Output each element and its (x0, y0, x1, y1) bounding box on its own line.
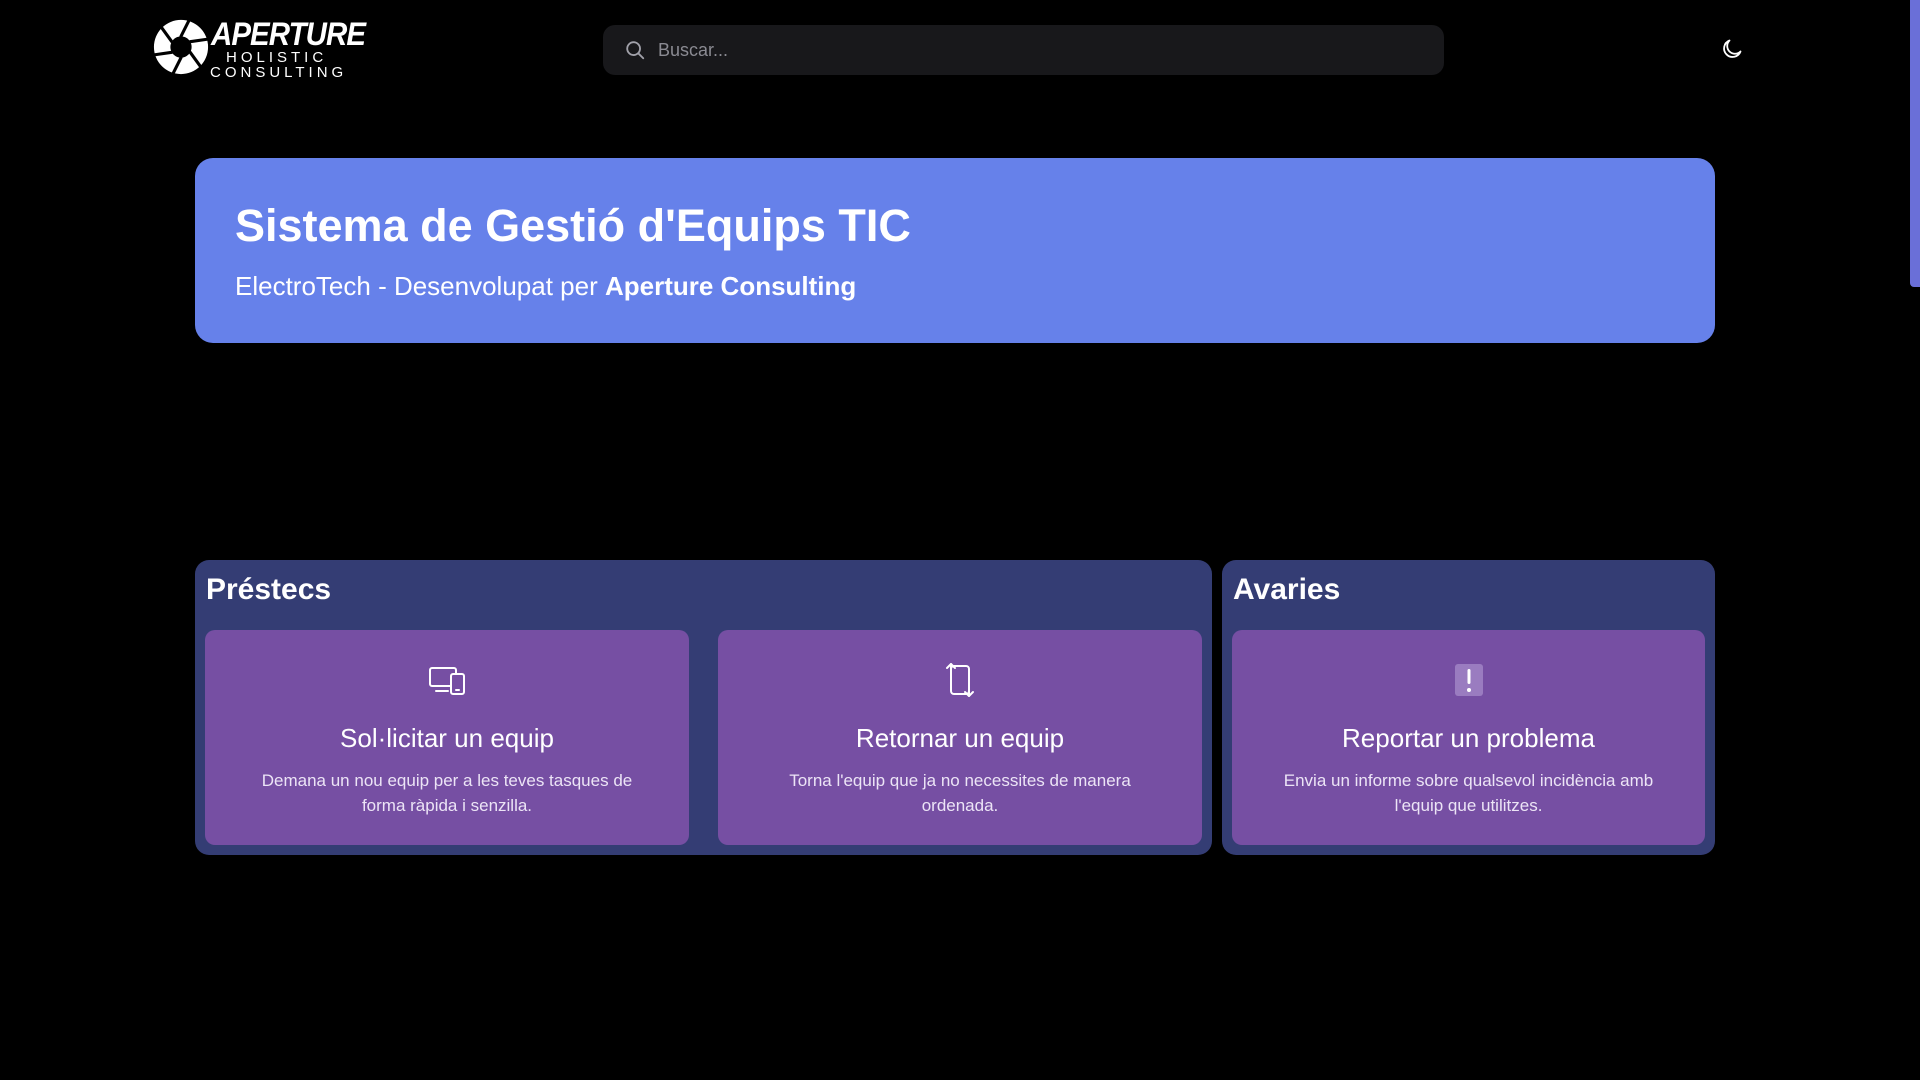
page-title: Sistema de Gestió d'Equips TIC (235, 200, 911, 251)
logo-tagline-2: CONSULTING (210, 64, 348, 81)
card-report-problem[interactable]: Reportar un problema Envia un informe so… (1232, 630, 1705, 845)
devices-icon (427, 660, 467, 700)
search-bar[interactable] (603, 25, 1444, 75)
subtitle-company: Aperture Consulting (604, 271, 857, 301)
search-icon (624, 39, 646, 61)
card-title: Sol·licitar un equip (340, 723, 554, 753)
section-prestecs: Préstecs Sol·licitar un equip Demana un … (195, 560, 1212, 855)
return-device-icon (940, 660, 980, 700)
card-request-equipment[interactable]: Sol·licitar un equip Demana un nou equip… (205, 630, 689, 845)
search-input[interactable] (656, 30, 1416, 70)
subtitle-prefix: ElectroTech - Desenvolupat per (235, 271, 605, 301)
section-title-avaries: Avaries (1233, 573, 1341, 606)
page-scrollbar[interactable] (1910, 0, 1920, 1080)
page-subtitle: ElectroTech - Desenvolupat per Aperture … (235, 270, 856, 302)
section-avaries: Avaries Reportar un problema Envia un in… (1222, 560, 1715, 855)
aperture-logo-icon (153, 19, 209, 75)
aperture-logo[interactable]: APERTURE HOLISTIC CONSULTING (152, 14, 366, 84)
card-title: Retornar un equip (855, 723, 1065, 753)
top-header: APERTURE HOLISTIC CONSULTING (0, 0, 1910, 100)
card-description: Torna l'equip que ja no necessites de ma… (789, 771, 1131, 815)
logo-wordmark: APERTURE (211, 16, 366, 52)
card-return-equipment[interactable]: Retornar un equip Torna l'equip que ja n… (718, 630, 1202, 845)
card-description: Envia un informe sobre qualsevol incidèn… (1283, 771, 1654, 815)
card-description: Demana un nou equip per a les teves tasq… (261, 771, 633, 815)
theme-toggle-button[interactable] (1718, 37, 1746, 65)
section-title-prestecs: Préstecs (206, 573, 332, 606)
moon-icon (1720, 37, 1744, 66)
alert-icon (1449, 660, 1489, 700)
scrollbar-thumb[interactable] (1910, 0, 1920, 287)
hero-banner: Sistema de Gestió d'Equips TIC ElectroTe… (195, 158, 1715, 343)
card-title: Reportar un problema (1342, 723, 1595, 753)
